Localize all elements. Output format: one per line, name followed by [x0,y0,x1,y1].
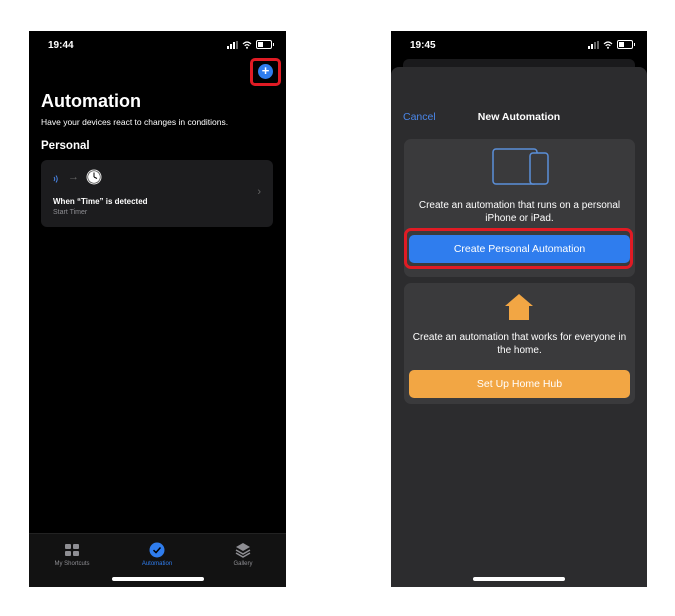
section-header-personal: Personal [41,140,90,152]
automation-screen: 19:44 + Automation Have your devices rea… [29,31,286,587]
clock-icon [86,169,102,185]
home-icon [505,294,533,320]
add-automation-button[interactable]: + [258,64,273,79]
modal-sheet: New Automation Cancel Create an automati… [391,67,647,587]
arrow-right-icon: → [68,171,79,183]
status-bar: 19:45 [391,31,647,59]
set-up-home-hub-button[interactable]: Set Up Home Hub [409,370,630,398]
layers-icon [235,543,251,558]
status-bar: 19:44 [29,31,286,59]
status-time: 19:45 [410,40,436,51]
new-automation-screen: 19:45 New Automation Cancel Create an au… [391,31,647,587]
tab-bar: My Shortcuts Automation Gallery [29,533,286,587]
status-icons [227,40,274,49]
automation-check-icon [149,542,165,558]
wifi-icon [603,40,613,49]
tab-gallery[interactable]: Gallery [208,542,278,567]
home-description: Create an automation that works for ever… [412,332,627,356]
ipad-iphone-icon [492,148,549,185]
automation-card[interactable]: → When “Time” is detected Start Timer › [41,160,273,227]
automation-trigger: When “Time” is detected [53,197,148,206]
sound-detect-icon [53,175,58,183]
wifi-icon [242,40,252,49]
chevron-right-icon: › [257,186,261,198]
tab-label: Automation [141,561,173,567]
home-automation-card: Create an automation that works for ever… [404,283,635,404]
home-indicator [111,577,204,581]
tab-automation[interactable]: Automation [122,542,192,567]
status-time: 19:44 [48,40,74,51]
status-icons [588,40,635,49]
automation-action: Start Timer [53,209,88,216]
tab-my-shortcuts[interactable]: My Shortcuts [37,542,107,567]
personal-description: Create an automation that runs on a pers… [418,200,621,224]
page-subtitle: Have your devices react to changes in co… [41,117,229,127]
grid-icon [65,544,79,556]
button-highlight [404,228,633,269]
battery-icon [256,40,274,49]
signal-icon [227,40,238,49]
cancel-button[interactable]: Cancel [403,111,436,123]
tab-label: My Shortcuts [54,561,90,567]
page-title: Automation [41,91,141,111]
signal-icon [588,40,599,49]
tab-label: Gallery [233,561,253,567]
home-indicator [473,577,565,581]
battery-icon [617,40,635,49]
